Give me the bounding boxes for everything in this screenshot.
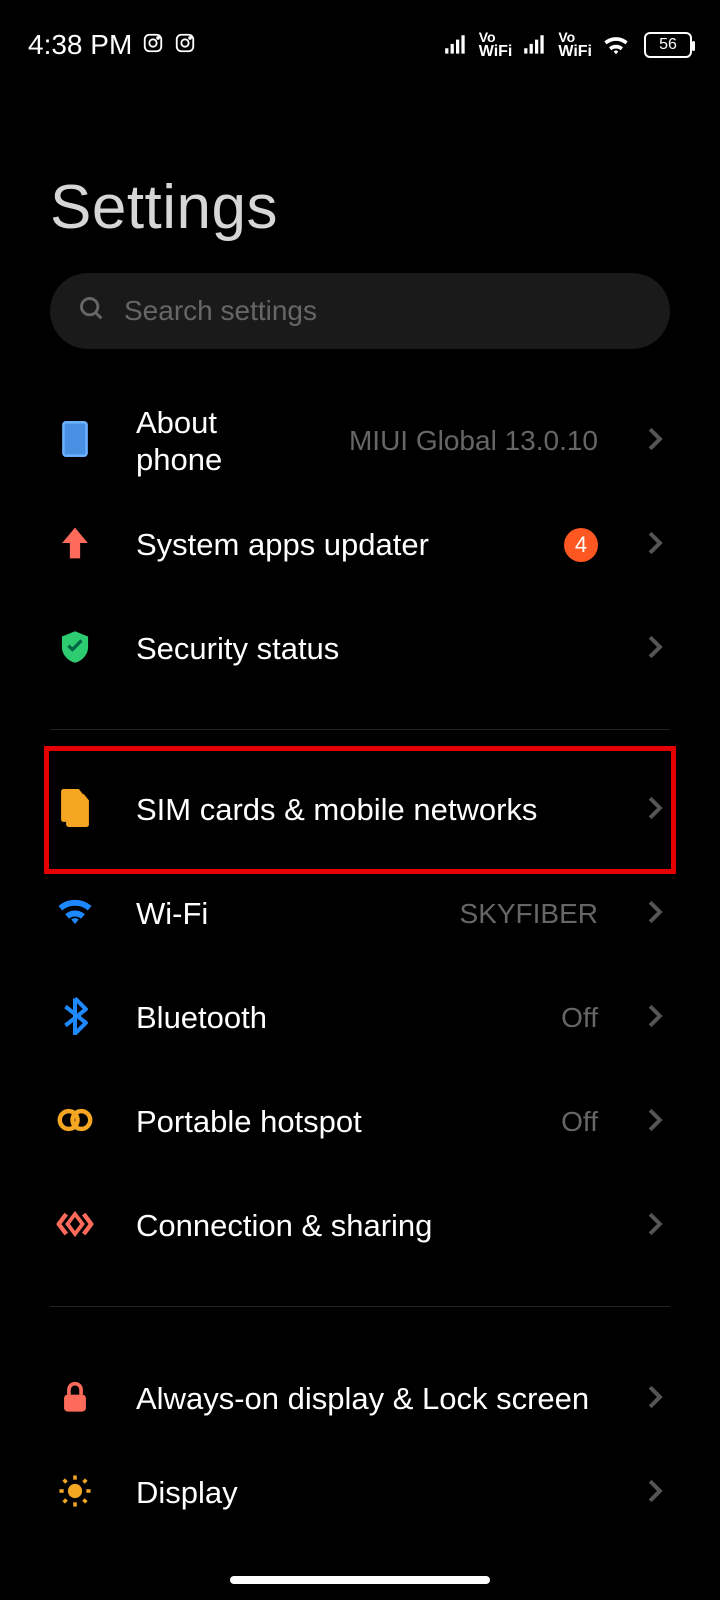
search-input[interactable] <box>124 295 642 327</box>
aod-lockscreen-row[interactable]: Always-on display & Lock screen <box>0 1335 720 1463</box>
search-icon <box>78 295 106 328</box>
system-apps-updater-label: System apps updater <box>136 526 522 563</box>
page-header: Settings <box>0 72 720 273</box>
bluetooth-label: Bluetooth <box>136 999 519 1036</box>
connection-sharing-label: Connection & sharing <box>136 1207 604 1244</box>
instagram-notification-icon-1 <box>142 29 164 61</box>
battery-level: 56 <box>659 36 677 54</box>
status-bar: 4:38 PM VoWiFi VoWiFi 56 <box>0 0 720 72</box>
chevron-right-icon <box>646 899 664 930</box>
connection-sharing-row[interactable]: Connection & sharing <box>0 1174 720 1278</box>
chevron-right-icon <box>646 1211 664 1242</box>
shield-check-icon <box>59 630 91 669</box>
lock-icon <box>60 1380 90 1419</box>
about-phone-row[interactable]: About phone MIUI Global 13.0.10 <box>0 389 720 493</box>
hotspot-icon <box>56 1107 94 1138</box>
bluetooth-row[interactable]: Bluetooth Off <box>0 966 720 1070</box>
sim-cards-label: SIM cards & mobile networks <box>136 791 604 828</box>
wifi-value: SKYFIBER <box>460 898 598 930</box>
wifi-icon <box>57 898 93 931</box>
about-phone-label: About phone <box>136 404 307 478</box>
bluetooth-value: Off <box>561 1002 598 1034</box>
chevron-right-icon <box>646 530 664 561</box>
chevron-right-icon <box>646 426 664 457</box>
chevron-right-icon <box>646 1384 664 1415</box>
security-status-label: Security status <box>136 630 604 667</box>
wifi-label: Wi-Fi <box>136 895 418 932</box>
phone-icon <box>61 421 89 462</box>
wifi-status-icon <box>602 34 630 56</box>
portable-hotspot-value: Off <box>561 1106 598 1138</box>
home-indicator[interactable] <box>230 1576 490 1584</box>
chevron-right-icon <box>646 1478 664 1509</box>
signal-icon-1 <box>443 34 469 56</box>
bluetooth-icon <box>62 997 88 1040</box>
chevron-right-icon <box>646 1107 664 1138</box>
brightness-icon <box>58 1474 92 1513</box>
chevron-right-icon <box>646 634 664 665</box>
sim-card-icon <box>58 789 92 832</box>
portable-hotspot-row[interactable]: Portable hotspot Off <box>0 1070 720 1174</box>
connection-icon <box>56 1209 94 1244</box>
update-count-badge: 4 <box>564 528 598 562</box>
divider <box>50 1306 670 1307</box>
vowifi-indicator-2: VoWiFi <box>558 31 592 60</box>
wifi-row[interactable]: Wi-Fi SKYFIBER <box>0 862 720 966</box>
status-time: 4:38 PM <box>28 29 132 61</box>
signal-icon-2 <box>522 34 548 56</box>
aod-lockscreen-label: Always-on display & Lock screen <box>136 1380 604 1417</box>
search-bar[interactable] <box>50 273 670 349</box>
about-phone-value: MIUI Global 13.0.10 <box>349 425 598 457</box>
security-status-row[interactable]: Security status <box>0 597 720 701</box>
page-title: Settings <box>50 172 670 243</box>
update-arrow-icon <box>59 525 91 566</box>
portable-hotspot-label: Portable hotspot <box>136 1103 519 1140</box>
chevron-right-icon <box>646 795 664 826</box>
vowifi-indicator-1: VoWiFi <box>479 31 513 60</box>
system-apps-updater-row[interactable]: System apps updater 4 <box>0 493 720 597</box>
chevron-right-icon <box>646 1003 664 1034</box>
display-label: Display <box>136 1474 604 1511</box>
display-row[interactable]: Display <box>0 1463 720 1523</box>
sim-cards-row[interactable]: SIM cards & mobile networks <box>0 758 720 862</box>
instagram-notification-icon-2 <box>174 29 196 61</box>
battery-indicator: 56 <box>644 32 692 58</box>
divider <box>50 729 670 730</box>
